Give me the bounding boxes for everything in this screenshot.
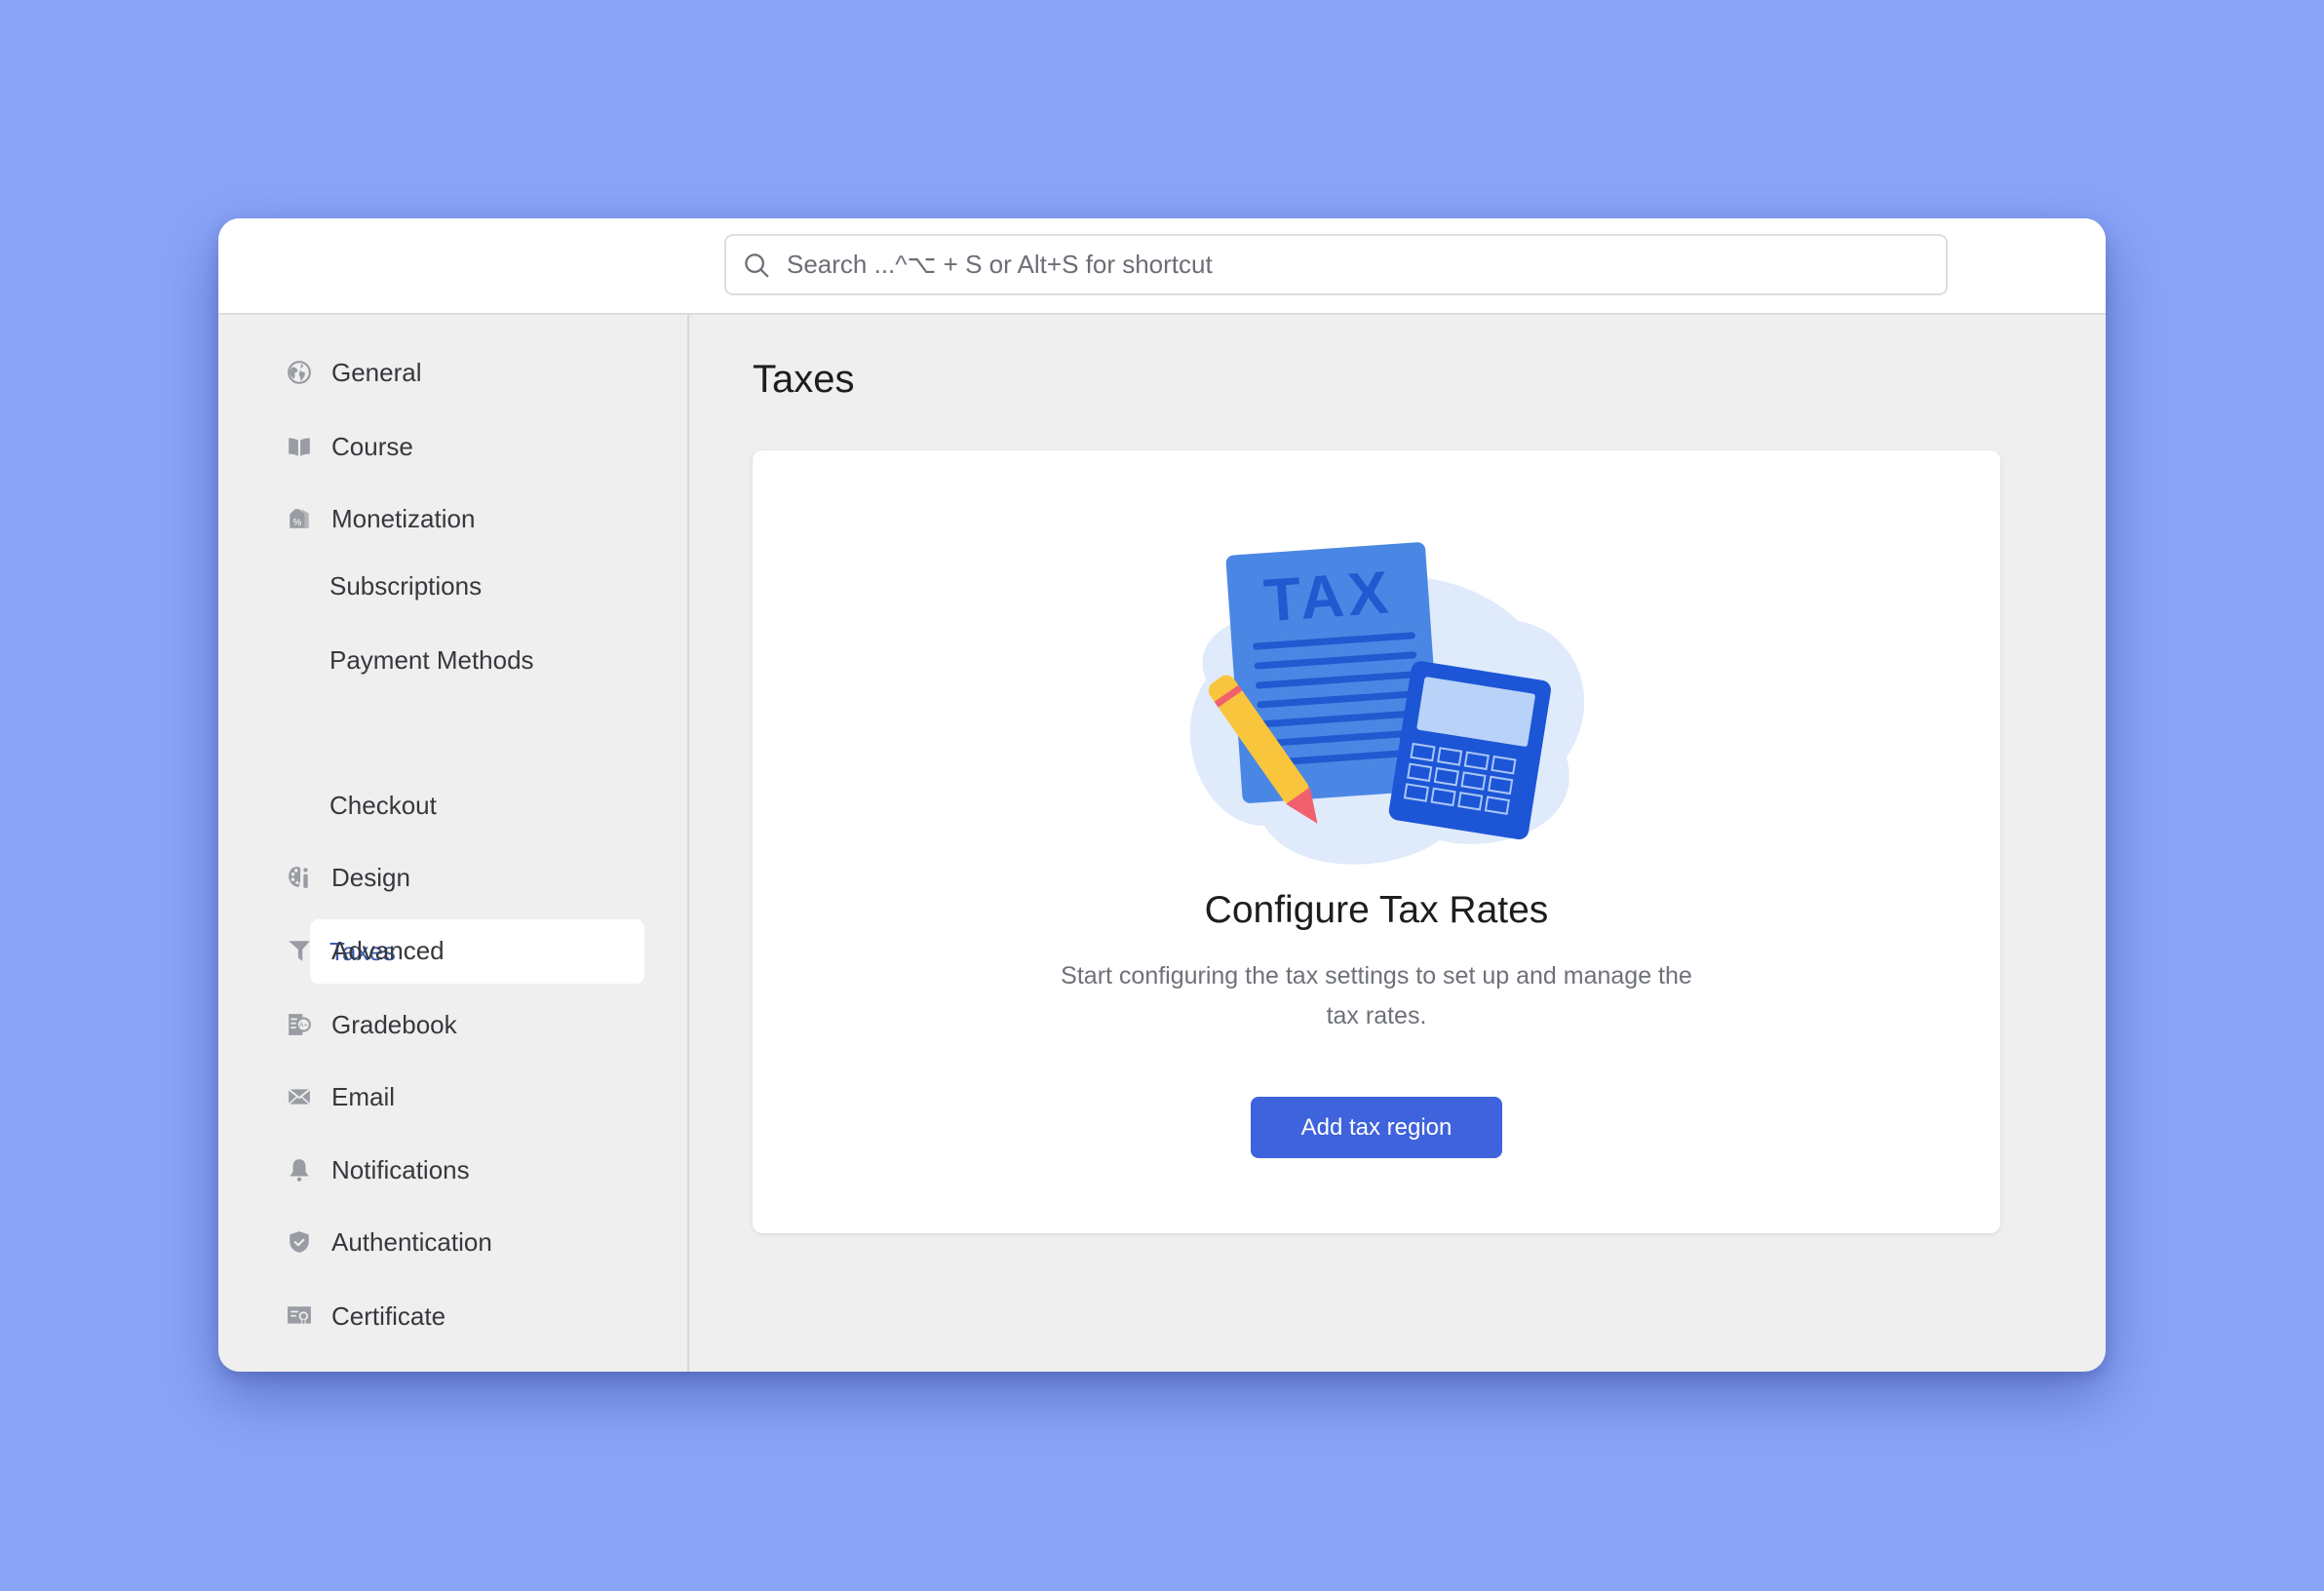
palette-icon [287,865,312,890]
sidebar-item-gradebook[interactable]: A+ Gradebook [287,997,457,1052]
sidebar-item-advanced[interactable]: Advanced [287,923,445,978]
book-icon [287,434,312,459]
sidebar-item-monetization[interactable]: % Monetization [287,491,475,546]
gradebook-icon: A+ [287,1012,312,1037]
main-content: Taxes TAX Configure Tax Rates Start conf… [691,315,2106,1372]
sidebar-item-label: Subscriptions [329,570,483,601]
sidebar-item-label: Payment Methods [329,644,534,675]
tax-illustration: TAX [1189,542,1585,865]
sidebar-item-authentication[interactable]: Authentication [287,1215,492,1269]
shield-check-icon [287,1229,312,1255]
price-tag-icon: % [287,506,312,531]
sidebar-item-general[interactable]: General [287,345,422,400]
sidebar-item-email[interactable]: Email [287,1069,395,1124]
bell-icon [287,1157,312,1183]
svg-text:%: % [292,518,301,528]
sidebar-item-label: Monetization [331,503,476,533]
empty-state-card: TAX Configure Tax Rates Start configurin… [753,450,2000,1233]
sidebar-item-payment-methods[interactable]: Payment Methods [329,633,534,687]
tax-document-label: TAX [1261,559,1394,635]
sidebar-item-label: Certificate [331,1300,446,1331]
sidebar-item-course[interactable]: Course [287,419,413,474]
sidebar-item-label: Advanced [331,935,445,965]
add-tax-region-button[interactable]: Add tax region [1251,1097,1502,1158]
page-title: Taxes [753,358,855,401]
envelope-icon [287,1084,312,1109]
globe-icon [287,360,312,385]
sidebar-item-label: Email [331,1081,396,1111]
header [218,218,2106,315]
settings-window: General Course % Monetization Subscripti… [218,218,2106,1372]
sidebar-item-label: Checkout [329,790,437,820]
calculator [1388,661,1551,839]
sidebar-item-label: Course [331,431,413,461]
search-input[interactable] [787,250,1946,280]
sidebar-item-notifications[interactable]: Notifications [287,1143,470,1197]
empty-state-heading: Configure Tax Rates [1204,889,1549,931]
empty-state-description: Start configuring the tax settings to se… [1061,962,1692,1029]
filter-icon [287,938,312,963]
sidebar: General Course % Monetization Subscripti… [218,315,689,1372]
sidebar-item-label: Authentication [331,1226,492,1257]
sidebar-item-checkout[interactable]: Checkout [329,778,437,833]
sidebar-item-subscriptions[interactable]: Subscriptions [329,559,482,613]
sidebar-item-design[interactable]: Design [287,850,410,905]
sidebar-item-label: Notifications [331,1154,470,1184]
sidebar-item-label: General [331,357,422,387]
certificate-icon [287,1303,312,1329]
search-box[interactable] [724,234,1948,295]
sidebar-item-certificate[interactable]: Certificate [287,1289,445,1343]
svg-text:A+: A+ [299,1023,308,1029]
search-icon [745,252,769,277]
sidebar-item-label: Gradebook [331,1009,457,1039]
sidebar-item-label: Design [331,862,410,892]
